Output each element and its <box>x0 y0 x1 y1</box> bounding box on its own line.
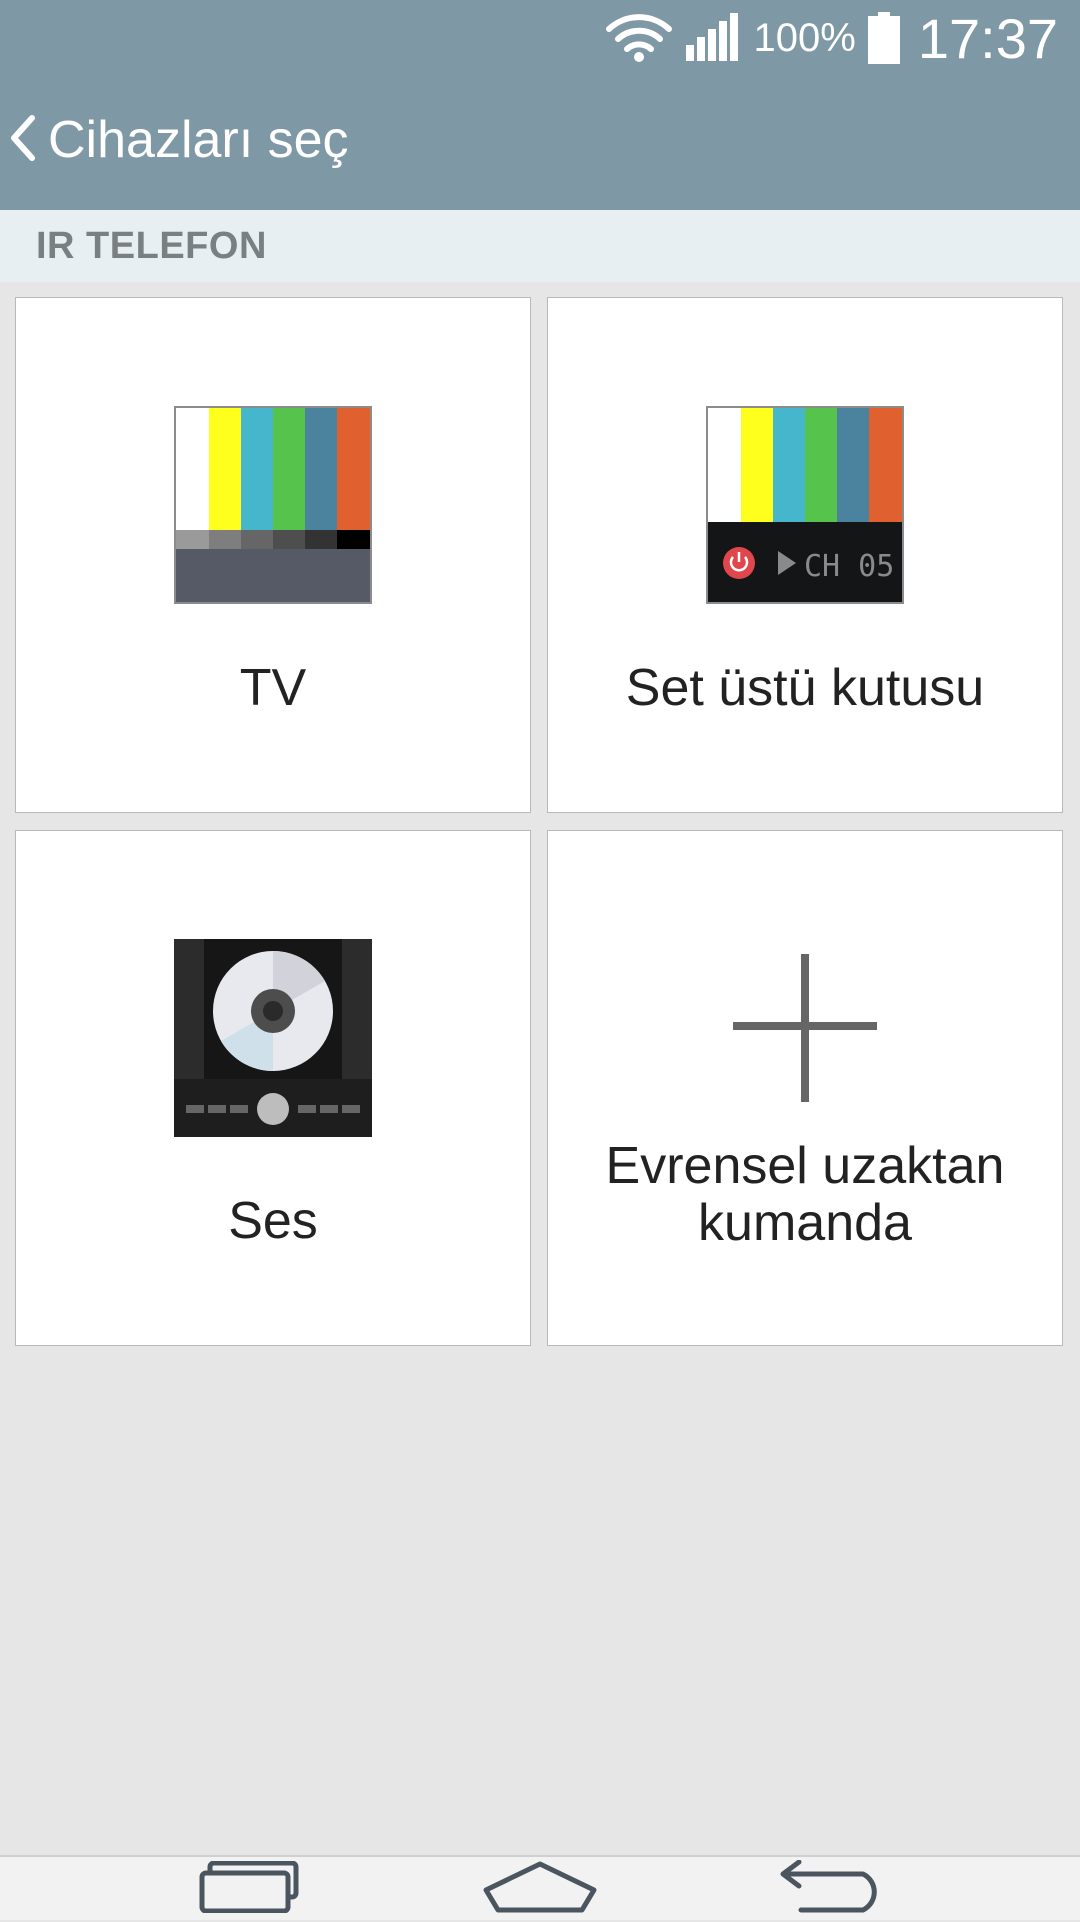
chevron-left-icon <box>8 114 38 167</box>
back-button[interactable] <box>0 100 48 180</box>
device-label-line1: Evrensel uzaktan <box>605 1137 1005 1195</box>
navigation-bar <box>0 1855 1080 1920</box>
set-top-box-icon: CH 05 <box>706 406 904 604</box>
signal-icon <box>684 13 738 63</box>
back-icon <box>777 1859 887 1919</box>
section-header: IR TELEFON <box>0 210 1080 282</box>
device-tile-set-top-box[interactable]: CH 05 Set üstü kutusu <box>547 297 1063 813</box>
clock: 17:37 <box>917 6 1058 70</box>
device-tile-audio[interactable]: Ses <box>15 830 531 1346</box>
wifi-icon <box>605 13 672 63</box>
tv-test-pattern-icon <box>174 406 372 604</box>
device-label: Ses <box>228 1192 318 1250</box>
device-label: TV <box>239 659 307 717</box>
device-label: Set üstü kutusu <box>625 659 985 717</box>
audio-cd-player-icon <box>174 939 372 1137</box>
section-title: IR TELEFON <box>36 224 267 267</box>
title-bar: Cihazları seç <box>0 100 349 180</box>
back-nav-button[interactable] <box>762 1857 902 1922</box>
status-bar: 100% 17:37 <box>605 6 1058 70</box>
plus-icon <box>706 939 904 1137</box>
battery-icon <box>867 12 900 64</box>
svg-text:CH 05: CH 05 <box>804 549 894 584</box>
device-tile-add-universal-remote[interactable]: Evrensel uzaktan kumanda <box>547 830 1063 1346</box>
device-tile-tv[interactable]: TV <box>15 297 531 813</box>
recent-apps-icon <box>198 1860 302 1918</box>
home-icon <box>482 1860 598 1919</box>
battery-percent: 100% <box>753 15 856 60</box>
home-button[interactable] <box>470 1857 610 1922</box>
device-label-line2: kumanda <box>698 1194 912 1252</box>
recent-apps-button[interactable] <box>180 1857 320 1922</box>
page-title: Cihazları seç <box>48 111 349 169</box>
app-header: 100% 17:37 Cihazları seç <box>0 0 1080 210</box>
